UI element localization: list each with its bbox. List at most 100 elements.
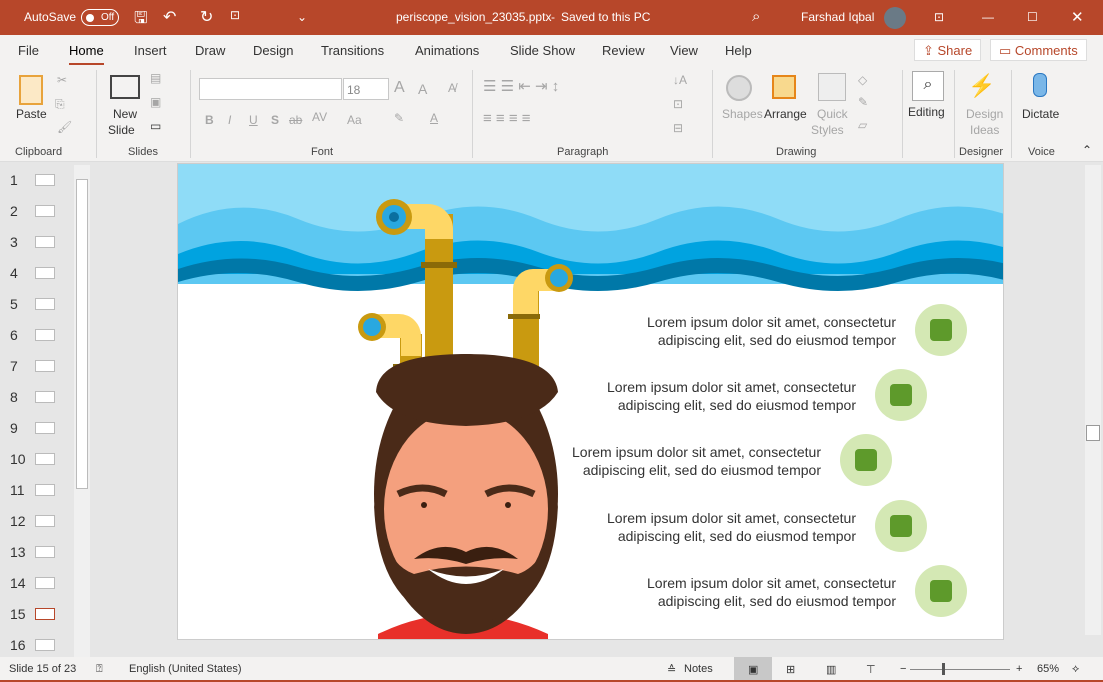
microphone-icon[interactable]	[1033, 73, 1047, 97]
layout-icon[interactable]: ▤	[150, 71, 161, 85]
zoom-slider[interactable]	[910, 663, 1010, 675]
thumbnail-number[interactable]: 13	[10, 544, 26, 560]
slide-thumbnail[interactable]	[35, 267, 55, 279]
undo-icon[interactable]: ↶	[163, 7, 176, 27]
slide-thumbnail[interactable]	[35, 422, 55, 434]
tab-insert[interactable]: Insert	[134, 43, 167, 58]
tab-view[interactable]: View	[670, 43, 698, 58]
minimize-icon[interactable]: —	[982, 10, 994, 24]
slide-thumbnail[interactable]	[35, 298, 55, 310]
thumbnail-number[interactable]: 1	[10, 172, 18, 188]
slide-thumbnail[interactable]	[35, 453, 55, 465]
thumbnail-number[interactable]: 15	[10, 606, 26, 622]
ribbon-display-icon[interactable]: ⊡	[934, 10, 944, 24]
font-color-icon[interactable]: A	[430, 111, 438, 125]
arrange-icon[interactable]	[772, 75, 796, 99]
slide-thumbnail[interactable]	[35, 608, 55, 620]
paste-icon[interactable]	[19, 75, 43, 105]
quick-styles-label[interactable]: Quick	[817, 107, 848, 121]
slide-thumbnail[interactable]	[35, 236, 55, 248]
thumbnail-number[interactable]: 2	[10, 203, 18, 219]
format-painter-icon[interactable]: 🖌	[57, 120, 72, 134]
tab-draw[interactable]: Draw	[195, 43, 225, 58]
shape-outline-icon[interactable]: ✎	[858, 95, 868, 109]
section-icon[interactable]: ▭	[150, 119, 161, 133]
quick-styles-label-2[interactable]: Styles	[811, 123, 844, 137]
arrange-button[interactable]: Arrange	[764, 107, 807, 121]
thumbnail-number[interactable]: 6	[10, 327, 18, 343]
design-ideas-icon[interactable]: ⚡	[968, 73, 995, 99]
accessibility-icon[interactable]: ⍰	[96, 663, 103, 676]
tab-review[interactable]: Review	[602, 43, 645, 58]
shapes-icon[interactable]	[726, 75, 752, 101]
slide-thumbnail[interactable]	[35, 174, 55, 186]
collapse-ribbon-icon[interactable]: ⌃	[1082, 143, 1092, 157]
align-text-icon[interactable]: ⊡	[673, 97, 683, 111]
slide-thumbnail[interactable]	[35, 391, 55, 403]
change-case-button[interactable]: Aa	[347, 113, 362, 127]
italic-button[interactable]: I	[228, 113, 231, 127]
tab-help[interactable]: Help	[725, 43, 752, 58]
tab-slide-show[interactable]: Slide Show	[510, 43, 575, 58]
close-icon[interactable]: ✕	[1071, 8, 1084, 26]
text-direction-icon[interactable]: ↓A	[673, 73, 687, 87]
zoom-out-icon[interactable]: −	[900, 663, 906, 675]
strikethrough-button[interactable]: ab	[289, 113, 302, 127]
thumbnail-number[interactable]: 4	[10, 265, 18, 281]
language[interactable]: English (United States)	[129, 663, 242, 675]
reset-icon[interactable]: ▣	[150, 95, 161, 109]
new-slide-label[interactable]: New	[113, 107, 137, 121]
editing-search-icon[interactable]: ⌕	[912, 71, 944, 101]
design-ideas-label[interactable]: Design	[966, 107, 1003, 121]
tab-animations[interactable]: Animations	[415, 43, 479, 58]
bullets-icon[interactable]: ☰ ☰ ⇤ ⇥ ↕	[483, 77, 559, 95]
underline-button[interactable]: U	[249, 113, 258, 127]
zoom-in-icon[interactable]: +	[1016, 663, 1022, 675]
slide-sorter-icon[interactable]: ⊞	[786, 663, 795, 676]
shadow-button[interactable]: S	[271, 113, 279, 127]
thumbnail-number[interactable]: 10	[10, 451, 26, 467]
thumbnail-number[interactable]: 3	[10, 234, 18, 250]
thumbnail-number[interactable]: 8	[10, 389, 18, 405]
grow-font-icon[interactable]: A	[394, 79, 405, 97]
slide-scrollbar[interactable]	[1085, 165, 1101, 635]
slide-thumbnail[interactable]	[35, 515, 55, 527]
thumbnail-number[interactable]: 9	[10, 420, 18, 436]
tab-transitions[interactable]: Transitions	[321, 43, 384, 58]
reading-view-icon[interactable]: ▥	[826, 663, 836, 676]
notes-button[interactable]: Notes	[684, 663, 713, 675]
clear-format-icon[interactable]: A̸	[448, 81, 456, 95]
dictate-button[interactable]: Dictate	[1022, 107, 1059, 121]
share-button[interactable]: ⇪ Share	[914, 39, 982, 61]
thumbnail-number[interactable]: 11	[10, 482, 25, 498]
spacing-button[interactable]: AV	[312, 110, 327, 124]
slideshow-icon[interactable]: ⊤	[866, 663, 876, 676]
cut-icon[interactable]: ✂	[57, 73, 67, 87]
paste-button[interactable]: Paste	[16, 107, 47, 121]
slide-thumbnail[interactable]	[35, 546, 55, 558]
new-slide-label-2[interactable]: Slide	[108, 123, 135, 137]
thumbnail-scrollbar[interactable]	[74, 165, 90, 657]
autosave-toggle[interactable]: Off	[81, 9, 119, 26]
slide-thumbnail[interactable]	[35, 484, 55, 496]
slide-canvas[interactable]: Lorem ipsum dolor sit amet, consectetur a…	[177, 163, 1004, 640]
editing-button[interactable]: Editing	[908, 105, 945, 119]
design-ideas-label-2[interactable]: Ideas	[970, 123, 999, 137]
customize-icon[interactable]: ⌄	[297, 10, 307, 24]
tab-design[interactable]: Design	[253, 43, 293, 58]
thumbnail-number[interactable]: 7	[10, 358, 18, 374]
notes-icon[interactable]: ≙	[667, 663, 676, 676]
quick-styles-icon[interactable]	[818, 73, 846, 101]
redo-icon[interactable]: ↻	[200, 7, 213, 27]
save-icon[interactable]: 🖫	[134, 7, 148, 34]
shapes-button[interactable]: Shapes	[722, 107, 763, 121]
shape-fill-icon[interactable]: ◇	[858, 73, 867, 87]
slide-thumbnail[interactable]	[35, 205, 55, 217]
copy-icon[interactable]: ⎘	[55, 97, 65, 112]
new-slide-icon[interactable]	[110, 75, 140, 99]
slide-thumbnail[interactable]	[35, 639, 55, 651]
thumbnail-number[interactable]: 5	[10, 296, 18, 312]
tab-file[interactable]: File	[18, 43, 39, 58]
font-size-input[interactable]: 18	[343, 78, 389, 100]
bold-button[interactable]: B	[205, 113, 214, 127]
